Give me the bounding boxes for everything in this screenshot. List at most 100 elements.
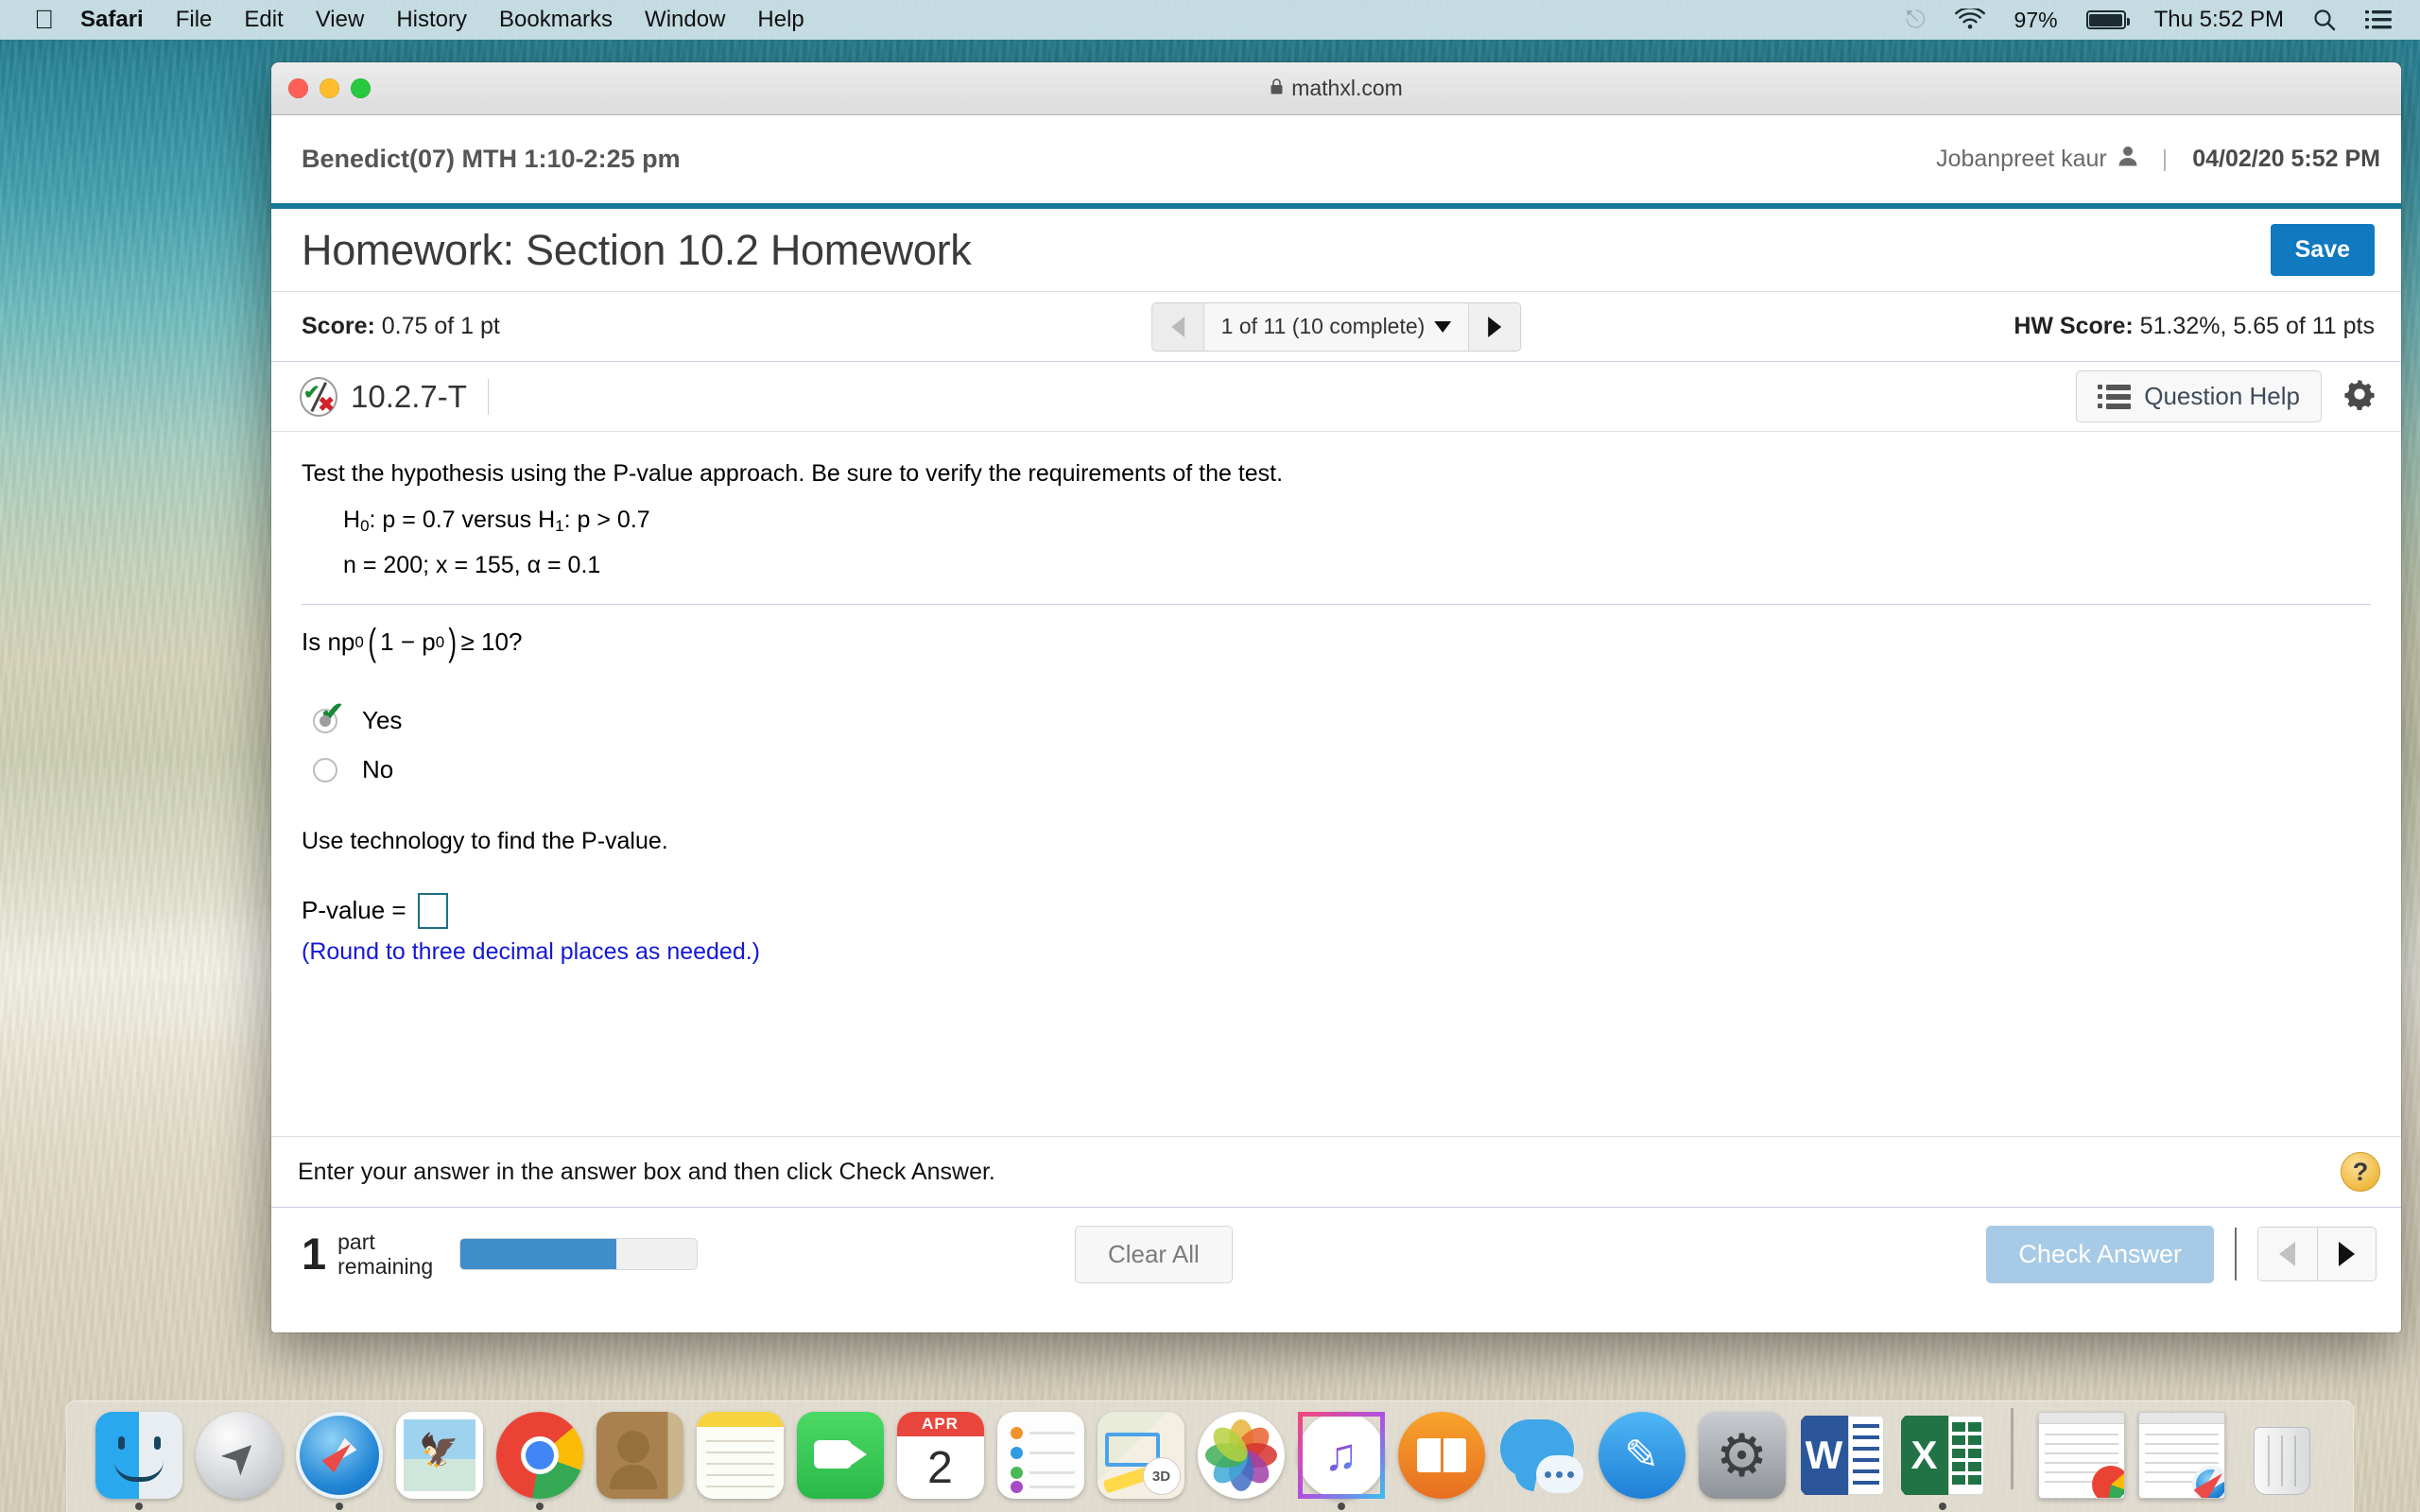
- footer-next-button[interactable]: [2316, 1228, 2376, 1280]
- footer-previous-button[interactable]: [2257, 1228, 2317, 1280]
- bluetooth-icon[interactable]: ⎋: [1906, 5, 1926, 35]
- dock-item-minimized-chrome-window[interactable]: [2037, 1412, 2125, 1499]
- address-bar[interactable]: mathxl.com: [271, 76, 2401, 101]
- dock-item-mail[interactable]: 🦅: [395, 1412, 483, 1499]
- calendar-month: APR: [896, 1412, 984, 1436]
- question-header-bar: ✔ ✖ 10.2.7-T Question Help: [271, 362, 2401, 432]
- parts-remaining-count: 1: [302, 1228, 327, 1279]
- menu-item-safari[interactable]: Safari: [80, 7, 144, 33]
- progress-bar-fill: [460, 1239, 617, 1269]
- dock-item-minimized-safari-window[interactable]: [2137, 1412, 2225, 1499]
- check-answer-button[interactable]: Check Answer: [1986, 1225, 2214, 1283]
- h-null-subscript: 0: [360, 516, 370, 535]
- menu-item-edit[interactable]: Edit: [244, 7, 283, 33]
- progress-bar: [459, 1238, 699, 1270]
- option-row-yes[interactable]: ✔ Yes: [302, 697, 2371, 745]
- menu-bar-clock[interactable]: Thu 5:52 PM: [2154, 7, 2284, 33]
- dock-item-reminders[interactable]: [996, 1412, 1084, 1499]
- dock-item-calendar[interactable]: APR 2: [896, 1412, 984, 1499]
- question-position-text: 1 of 11 (10 complete): [1220, 314, 1426, 338]
- pvalue-input[interactable]: [417, 892, 448, 929]
- dock-item-finder[interactable]: [95, 1412, 182, 1510]
- requirement-sub-2: 0: [435, 632, 445, 651]
- dock-item-microsoft-excel[interactable]: X: [1899, 1412, 1986, 1510]
- check-x-partial-credit-icon: ✔ ✖: [300, 376, 337, 417]
- menu-item-file[interactable]: File: [176, 7, 213, 33]
- radio-yes[interactable]: ✔: [313, 698, 344, 733]
- parts-label-line1: part: [337, 1228, 375, 1254]
- dock-item-trash[interactable]: [2238, 1412, 2325, 1499]
- dock-item-contacts[interactable]: [596, 1412, 683, 1499]
- dock-item-facetime[interactable]: [796, 1412, 884, 1499]
- user-name[interactable]: Jobanpreet kaur: [1936, 146, 2107, 173]
- question-selector-dropdown[interactable]: 1 of 11 (10 complete): [1202, 302, 1470, 351]
- requirement-lead: Is np: [302, 627, 355, 657]
- dock-item-ibooks[interactable]: [1397, 1412, 1485, 1499]
- option-row-no[interactable]: No: [302, 747, 2371, 794]
- notification-center-icon[interactable]: [2365, 9, 2392, 30]
- menu-item-help[interactable]: Help: [757, 7, 804, 33]
- radio-no[interactable]: [313, 757, 337, 782]
- dock-item-notes[interactable]: [696, 1412, 784, 1499]
- list-icon: [2098, 384, 2132, 409]
- dock-item-messages[interactable]: [1498, 1412, 1585, 1499]
- apple-logo-icon[interactable]: : [34, 7, 54, 33]
- wifi-icon[interactable]: [1954, 9, 1986, 31]
- menu-item-history[interactable]: History: [396, 7, 467, 33]
- person-icon[interactable]: [2118, 146, 2137, 173]
- dock-item-google-chrome[interactable]: [495, 1412, 583, 1510]
- instruction-text: Enter your answer in the answer box and …: [298, 1158, 995, 1185]
- question-content: Test the hypothesis using the P-value ap…: [271, 432, 2401, 1136]
- dock-item-launchpad[interactable]: ➤: [195, 1412, 283, 1499]
- page-title: Homework: Section 10.2 Homework: [302, 225, 972, 274]
- dock-item-maps[interactable]: 3D: [1097, 1412, 1184, 1499]
- dock-item-safari[interactable]: [295, 1412, 383, 1510]
- running-indicator: [1938, 1503, 1946, 1510]
- battery-percentage: 97%: [2014, 7, 2058, 32]
- question-help-label: Question Help: [2144, 382, 2300, 410]
- homework-score: HW Score: 51.32%, 5.65 of 11 pts: [2014, 313, 2375, 340]
- pvalue-answer-row: P-value =: [302, 892, 2371, 929]
- excel-letter: X: [1900, 1416, 1948, 1495]
- battery-icon[interactable]: [2085, 10, 2130, 29]
- pvalue-instruction: Use technology to find the P-value.: [302, 827, 668, 854]
- safari-badge-icon: [2191, 1466, 2224, 1498]
- spotlight-search-icon[interactable]: [2312, 8, 2337, 32]
- dock-separator: [2010, 1407, 2014, 1489]
- dock-item-microsoft-word[interactable]: W: [1799, 1412, 1886, 1499]
- instruction-bar: Enter your answer in the answer box and …: [271, 1136, 2401, 1208]
- question-mark-help-icon[interactable]: ?: [2341, 1152, 2380, 1192]
- footer-right-controls: Check Answer: [1986, 1225, 2377, 1283]
- dock-item-itunes[interactable]: ♫: [1297, 1412, 1385, 1510]
- header-separator: |: [2161, 146, 2169, 172]
- next-question-button[interactable]: [1469, 302, 1521, 351]
- course-title: Benedict(07) MTH 1:10-2:25 pm: [302, 145, 681, 173]
- course-header-right: Jobanpreet kaur | 04/02/20 5:52 PM: [1936, 146, 2380, 173]
- clear-all-button[interactable]: Clear All: [1074, 1225, 1233, 1283]
- rounding-note: (Round to three decimal places as needed…: [302, 937, 761, 965]
- question-help-button[interactable]: Question Help: [2076, 370, 2322, 422]
- dock-item-system-preferences[interactable]: ⚙: [1698, 1412, 1786, 1499]
- previous-question-button[interactable]: [1151, 302, 1203, 351]
- footer-navigation: [2256, 1227, 2377, 1281]
- score-label: Score:: [302, 313, 375, 339]
- gear-icon[interactable]: [2341, 375, 2378, 418]
- menu-item-bookmarks[interactable]: Bookmarks: [499, 7, 613, 33]
- pvalue-label: P-value =: [302, 896, 406, 925]
- running-indicator: [1337, 1503, 1345, 1510]
- chevron-right-icon: [1488, 316, 1502, 337]
- dock-item-photos[interactable]: [1197, 1412, 1285, 1499]
- save-button[interactable]: Save: [2270, 224, 2375, 276]
- running-indicator: [134, 1503, 143, 1510]
- score-bar: Score: 0.75 of 1 pt 1 of 11 (10 complete…: [271, 292, 2401, 362]
- requirement-tail: ≥ 10?: [460, 627, 523, 657]
- answer-options: ✔ Yes No: [302, 697, 2371, 794]
- requirement-question: Is np 0 (1 − p 0) ≥ 10?: [302, 624, 2371, 662]
- menu-item-window[interactable]: Window: [645, 7, 725, 33]
- dock-item-app-store[interactable]: ✎: [1598, 1412, 1685, 1499]
- score-value: 0.75 of 1 pt: [381, 313, 500, 339]
- triangle-right-icon: [2338, 1242, 2355, 1266]
- question-prompt: Test the hypothesis using the P-value ap…: [302, 460, 1284, 487]
- menu-item-view[interactable]: View: [316, 7, 365, 33]
- h-null-statement: : p = 0.7 versus H: [369, 506, 556, 533]
